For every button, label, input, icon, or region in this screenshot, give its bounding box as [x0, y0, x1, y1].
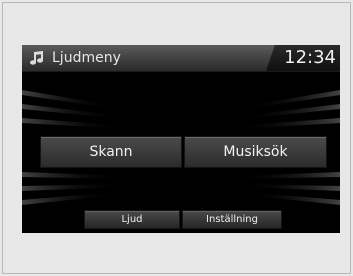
music-search-button[interactable]: Musiksök [184, 136, 327, 168]
tab-settings[interactable]: Inställning [182, 210, 282, 229]
header-bar: Ljudmeny 12:34 [22, 45, 340, 72]
page-title: Ljudmeny [52, 50, 121, 66]
music-note-icon [30, 50, 44, 66]
audio-menu-screen: Ljudmeny 12:34 Skann Musiksök Ljud Instä… [22, 45, 340, 233]
clock-display: 12:34 [284, 47, 336, 68]
tab-sound[interactable]: Ljud [84, 210, 180, 229]
scan-button[interactable]: Skann [40, 136, 182, 168]
